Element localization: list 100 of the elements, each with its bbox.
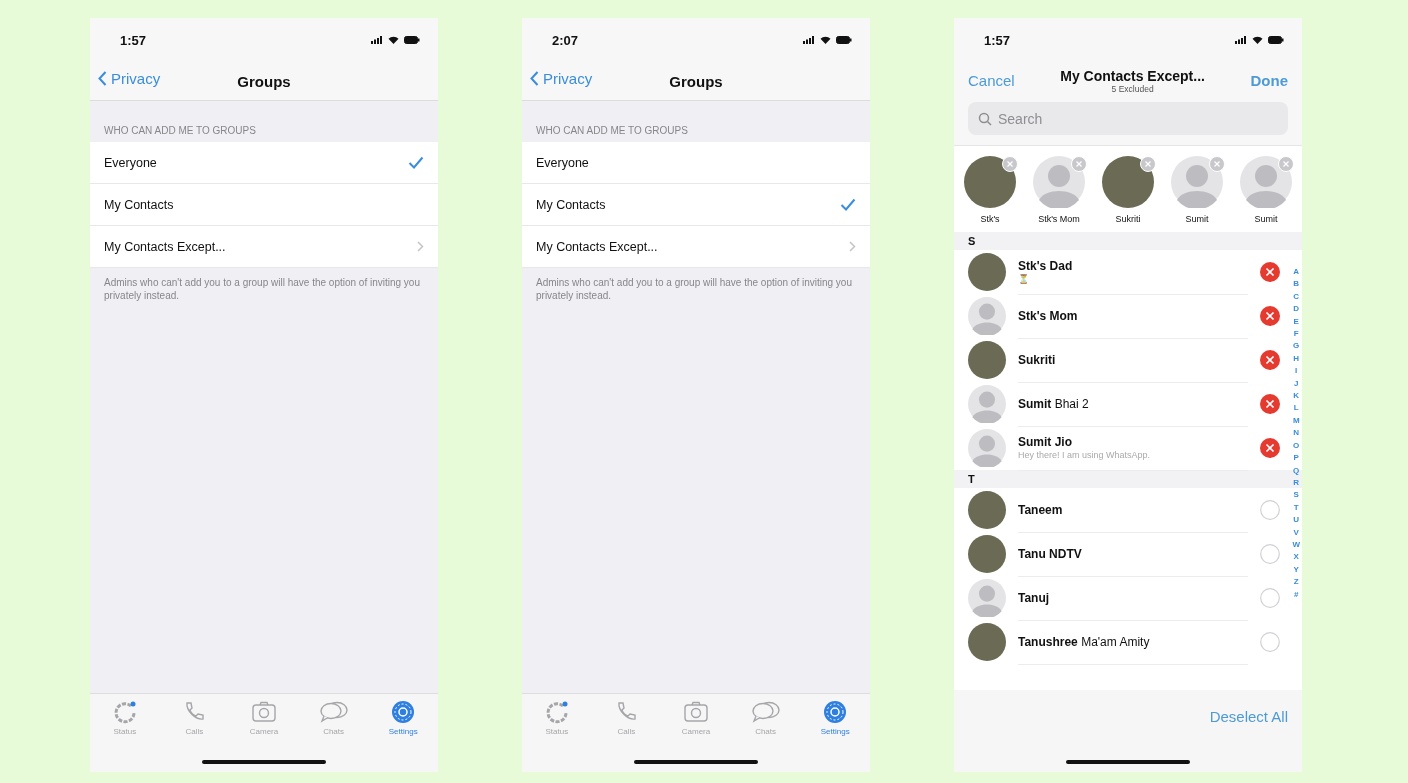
option-row[interactable]: My Contacts Except...: [90, 226, 438, 268]
excluded-x-icon[interactable]: [1260, 350, 1280, 370]
screen-title: Groups: [669, 72, 723, 90]
battery-icon: [404, 36, 420, 44]
index-letter[interactable]: M: [1292, 414, 1300, 428]
tab[interactable]: Status: [526, 700, 587, 736]
tab[interactable]: Camera: [234, 700, 294, 736]
option-row[interactable]: My Contacts: [90, 184, 438, 226]
tab[interactable]: Chats: [303, 700, 364, 736]
index-letter[interactable]: V: [1292, 526, 1300, 539]
contact-row[interactable]: Tanu NDTV: [954, 532, 1288, 576]
chat-bubbles-icon: [318, 700, 349, 724]
option-row[interactable]: Everyone: [90, 142, 438, 184]
chip-name: Sumit: [1185, 214, 1209, 224]
option-label: Everyone: [104, 155, 157, 170]
search-field[interactable]: Search: [968, 102, 1288, 135]
contact-row[interactable]: Stk's Mom: [954, 294, 1288, 338]
excluded-x-icon[interactable]: [1260, 306, 1280, 326]
tab[interactable]: Camera: [666, 700, 726, 736]
index-letter[interactable]: J: [1292, 377, 1300, 391]
back-label: Privacy: [111, 70, 161, 87]
index-letter[interactable]: G: [1292, 340, 1300, 353]
index-letter[interactable]: H: [1292, 352, 1300, 366]
done-button[interactable]: Done: [1250, 72, 1288, 89]
contact-status: ⏳: [1018, 274, 1030, 284]
excluded-x-icon[interactable]: [1260, 438, 1280, 458]
index-letter[interactable]: F: [1292, 328, 1300, 341]
status-time: 2:07: [552, 32, 579, 48]
screen-title: My Contacts Except...: [1060, 68, 1205, 84]
contact-row[interactable]: Sukriti: [954, 338, 1288, 382]
cancel-button[interactable]: Cancel: [968, 72, 1015, 89]
index-letter[interactable]: W: [1292, 538, 1300, 552]
tab[interactable]: Settings: [805, 700, 866, 736]
index-letter[interactable]: N: [1292, 427, 1300, 440]
index-letter[interactable]: C: [1292, 290, 1300, 304]
option-label: My Contacts: [104, 197, 174, 212]
tab[interactable]: Settings: [373, 700, 434, 736]
remove-badge-icon[interactable]: [1002, 156, 1018, 172]
deselect-all-button[interactable]: Deselect All: [1209, 708, 1288, 725]
section-header: WHO CAN ADD ME TO GROUPS: [103, 124, 257, 138]
battery-icon: [836, 36, 852, 44]
settings-icon: [391, 700, 416, 724]
index-letter[interactable]: R: [1292, 476, 1300, 490]
option-row[interactable]: My Contacts: [522, 184, 870, 226]
index-letter[interactable]: K: [1292, 390, 1300, 403]
status-ring-icon: [112, 700, 137, 724]
back-chevron-icon: [530, 71, 539, 86]
index-letter[interactable]: S: [1292, 489, 1300, 502]
index-letter[interactable]: Y: [1292, 563, 1300, 577]
battery-icon: [1268, 36, 1284, 44]
search-icon: [978, 112, 992, 126]
index-letter[interactable]: I: [1292, 365, 1300, 378]
section-footer: Admins who can't add you to a group will have the option of inviting you privately instead.: [90, 268, 438, 310]
status-time: 1:57: [984, 32, 1011, 48]
tab[interactable]: Calls: [596, 700, 657, 736]
contact-name: Tanuj: [1018, 590, 1051, 605]
contact-row[interactable]: Sumit Jio Hey there! I am using WhatsApp.: [954, 426, 1288, 470]
excluded-x-icon[interactable]: [1260, 394, 1280, 414]
contact-row[interactable]: Sumit Bhai 2: [954, 382, 1288, 426]
signal-icon: [803, 36, 815, 44]
contact-name: Stk's Dad: [1018, 259, 1074, 273]
contact-row[interactable]: Tanuj: [954, 576, 1288, 620]
tab[interactable]: Chats: [735, 700, 796, 736]
excluded-x-icon[interactable]: [1260, 262, 1280, 282]
chip-name: Stk's: [980, 214, 1000, 224]
chip-name: Stk's Mom: [1038, 214, 1080, 224]
section-footer: Admins who can't add you to a group will have the option of inviting you privately instead.: [522, 268, 870, 310]
tab[interactable]: Calls: [164, 700, 225, 736]
camera-icon: [683, 700, 709, 724]
index-letter[interactable]: O: [1292, 439, 1300, 453]
chip-name: Sukriti: [1115, 214, 1141, 224]
section-letter: S: [954, 232, 1302, 250]
remove-badge-icon[interactable]: [1140, 156, 1156, 172]
option-row[interactable]: My Contacts Except...: [522, 226, 870, 268]
index-letter[interactable]: D: [1292, 303, 1300, 316]
index-letter[interactable]: T: [1292, 501, 1300, 515]
screen-subtitle: 5 Excluded: [1111, 84, 1154, 94]
index-letter[interactable]: A: [1292, 266, 1300, 279]
tab[interactable]: Status: [94, 700, 155, 736]
contact-row[interactable]: Stk's Dad ⏳: [954, 250, 1288, 294]
index-letter[interactable]: P: [1292, 452, 1300, 465]
chip-name: Sumit: [1254, 214, 1278, 224]
index-letter[interactable]: #: [1292, 588, 1300, 601]
contact-row[interactable]: Taneem: [954, 488, 1288, 532]
index-letter[interactable]: U: [1292, 514, 1300, 527]
index-letter[interactable]: Q: [1292, 464, 1300, 477]
contact-row[interactable]: Tanushree Ma'am Amity: [954, 620, 1288, 664]
back-label: Privacy: [543, 70, 593, 87]
signal-icon: [1235, 36, 1247, 44]
index-letter[interactable]: Z: [1292, 576, 1300, 589]
index-letter[interactable]: L: [1292, 402, 1300, 415]
option-row[interactable]: Everyone: [522, 142, 870, 184]
contact-status: Hey there! I am using WhatsApp.: [1018, 450, 1152, 460]
contact-name: Sumit Bhai 2: [1018, 396, 1090, 411]
signal-icon: [371, 36, 383, 44]
index-letter[interactable]: B: [1292, 278, 1300, 291]
back-button[interactable]: Privacy: [98, 70, 161, 87]
index-letter[interactable]: X: [1292, 551, 1300, 564]
index-letter[interactable]: E: [1292, 315, 1300, 329]
back-button[interactable]: Privacy: [530, 70, 593, 87]
